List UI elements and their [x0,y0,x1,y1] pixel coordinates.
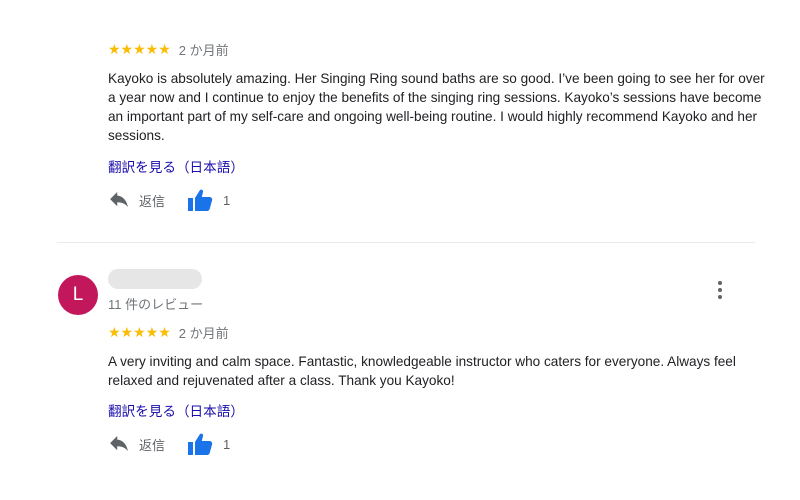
review-text: A very inviting and calm space. Fantasti… [108,354,736,388]
star-rating: ★★★★★ [108,324,171,340]
thumbs-up-icon [188,189,213,211]
review-actions: 返信 1 [108,188,230,212]
like-button[interactable]: 1 [165,432,230,456]
like-button[interactable]: 1 [165,188,230,212]
like-count: 1 [223,192,231,208]
star-rating: ★★★★★ [108,41,171,57]
reply-icon [110,192,128,208]
review-divider [57,242,755,243]
more-options-button[interactable] [708,278,732,302]
like-count: 1 [223,436,231,452]
avatar[interactable]: L [58,275,98,315]
translate-link[interactable]: 翻訳を見る（日本語） [108,156,244,176]
rating-row: ★★★★★ 2 か月前 [108,40,229,59]
avatar-letter: L [72,284,84,305]
review-text: Kayoko is absolutely amazing. Her Singin… [108,71,765,143]
reply-icon [110,436,128,452]
rating-row: ★★★★★ 2 か月前 [108,323,229,342]
review-actions: 返信 1 [108,432,230,456]
review-time: 2 か月前 [178,326,229,341]
reply-button[interactable]: 返信 [108,435,165,454]
thumbs-up-icon [188,433,213,455]
review-time: 2 か月前 [178,43,229,58]
translate-link[interactable]: 翻訳を見る（日本語） [108,400,244,420]
more-vert-icon [718,281,722,299]
reply-label: 返信 [139,437,166,453]
reviewer-meta[interactable]: 11 件のレビュー [108,294,203,313]
reviewer-name-redacted[interactable] [108,269,202,289]
reply-button[interactable]: 返信 [108,191,165,210]
reply-label: 返信 [139,193,166,209]
